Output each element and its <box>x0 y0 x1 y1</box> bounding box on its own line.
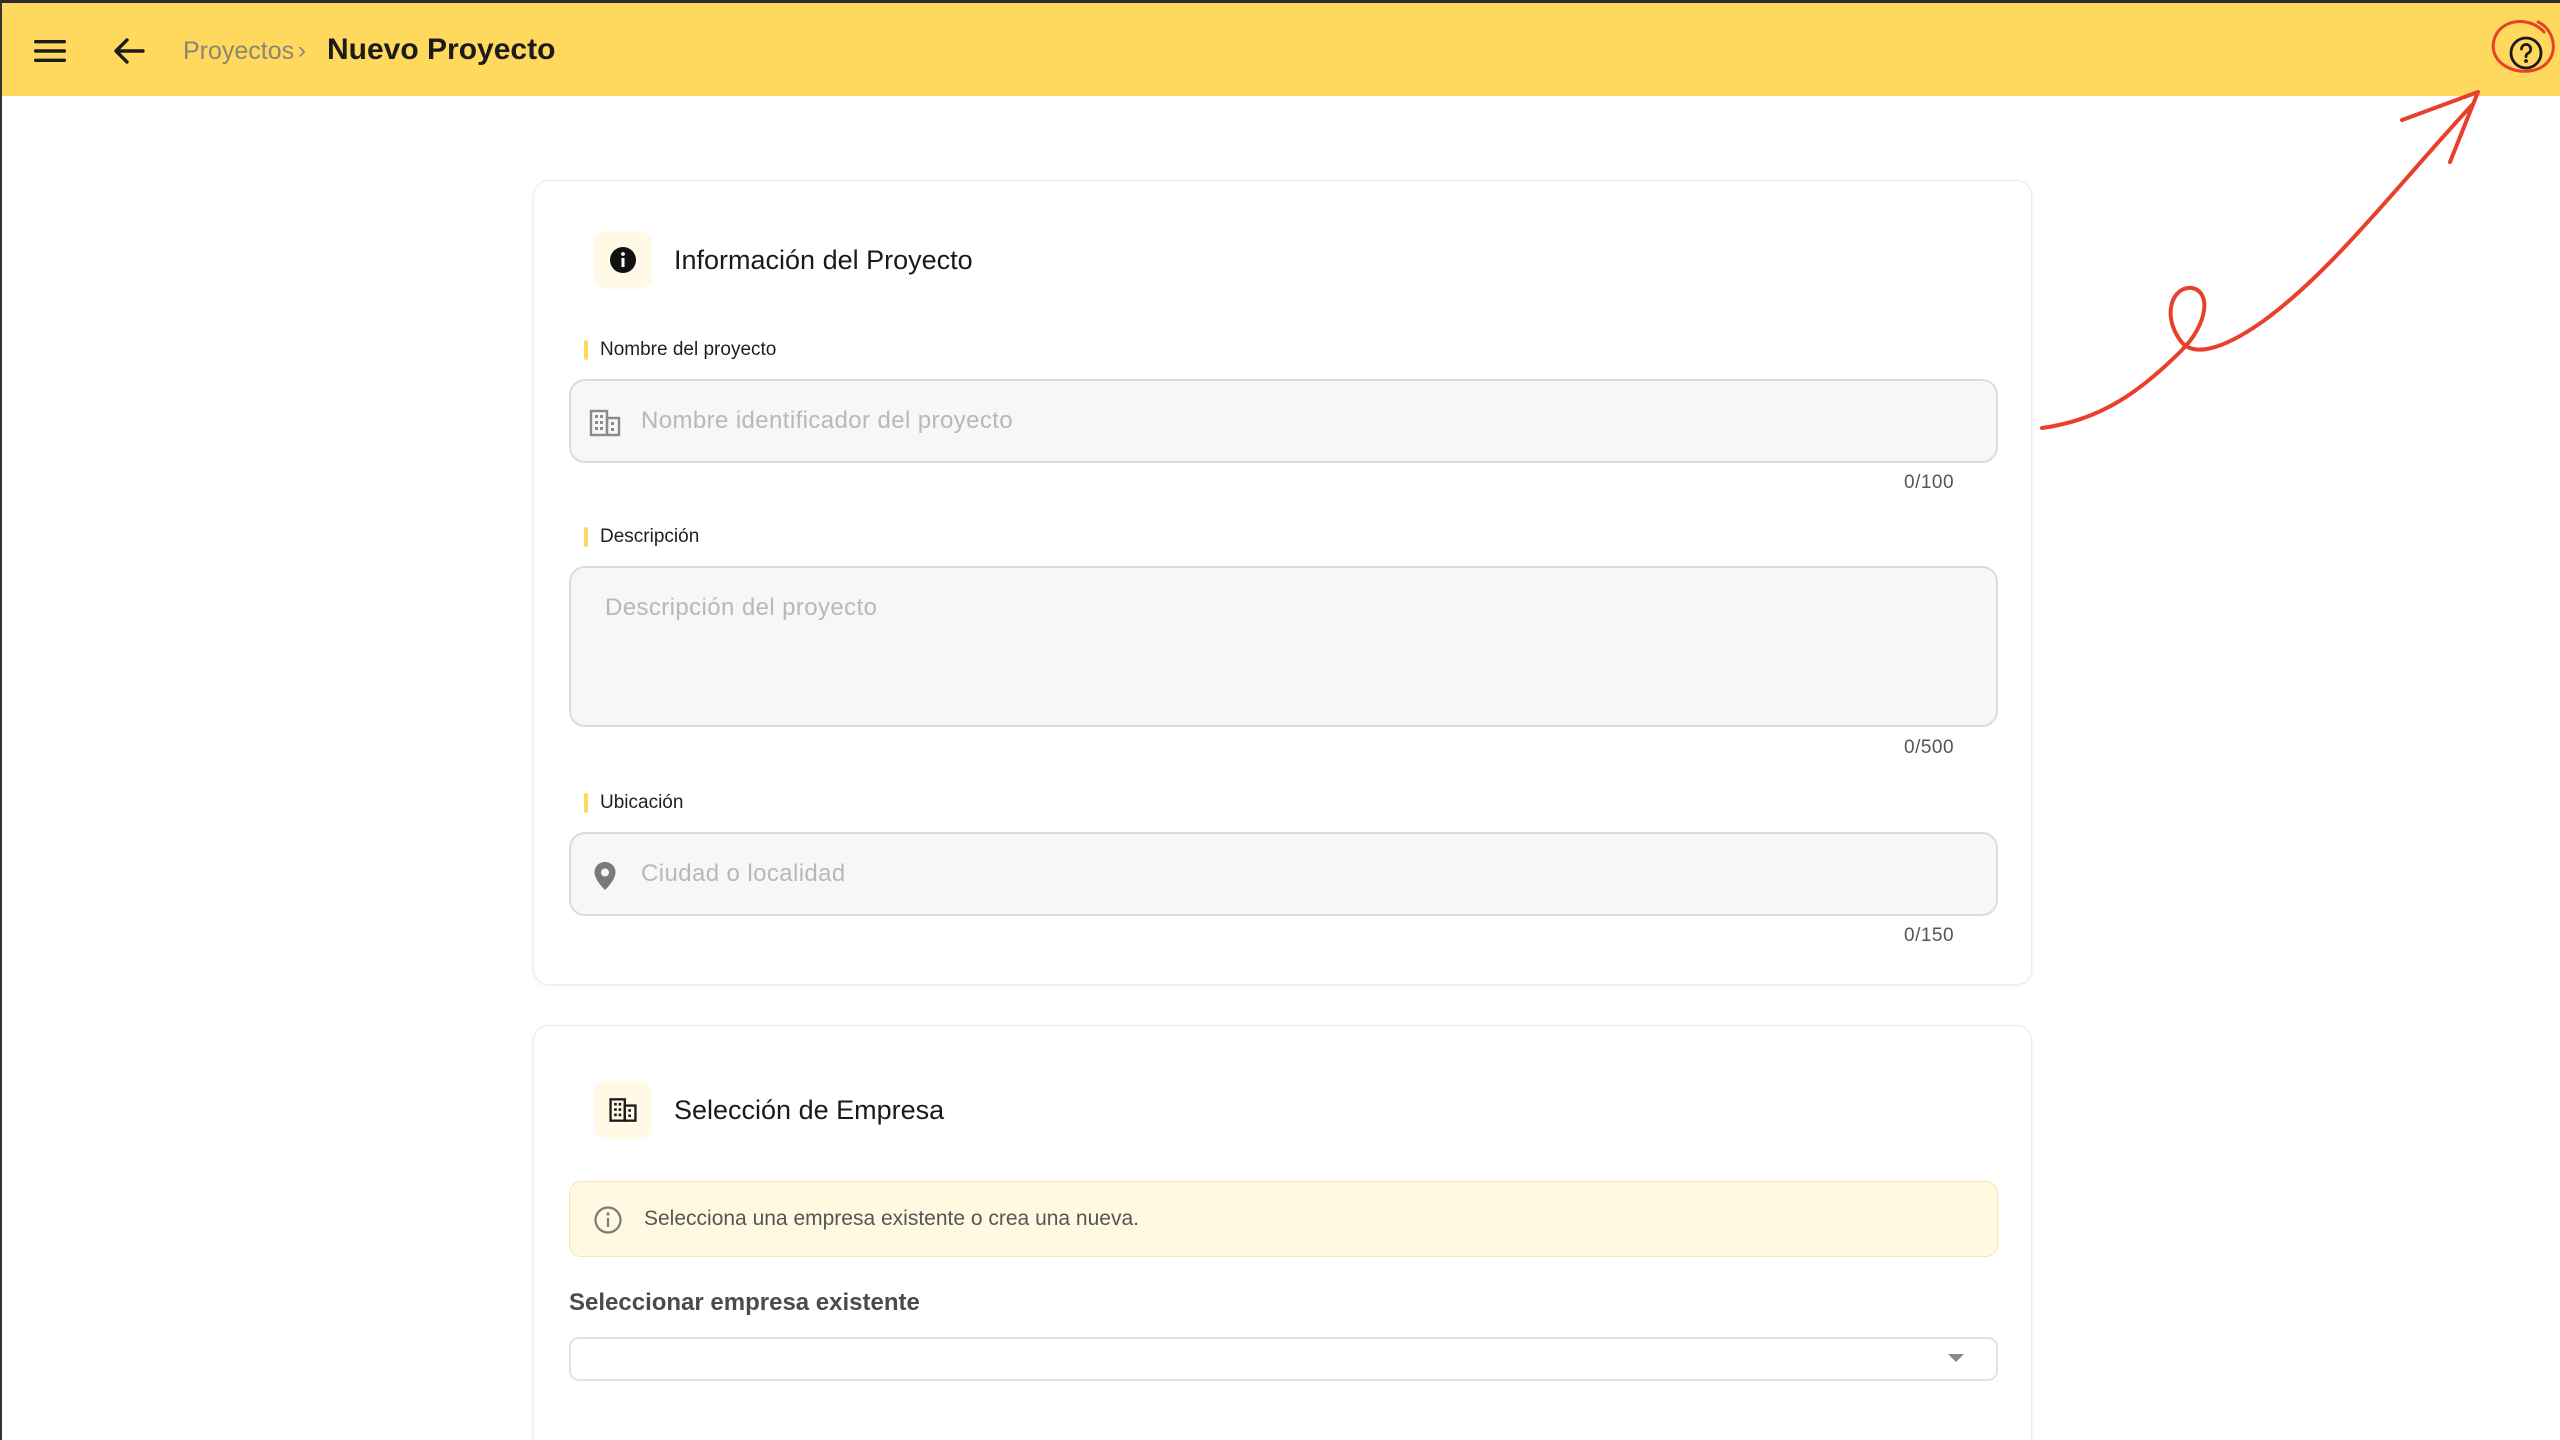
project-name-label: Nombre del proyecto <box>584 339 776 361</box>
building-icon <box>587 405 623 441</box>
building-icon <box>594 1081 652 1139</box>
annotation-arrow-drawing <box>2040 90 2480 430</box>
annotation-circle-drawing <box>2491 20 2555 73</box>
location-placeholder: Ciudad o localidad <box>641 860 846 887</box>
location-label: Ubicación <box>584 792 683 814</box>
project-info-title: Información del Proyecto <box>674 244 973 275</box>
page-title: Nuevo Proyecto <box>327 33 556 66</box>
description-placeholder: Descripción del proyecto <box>605 594 878 621</box>
company-selection-card: Selección de Empresa Selecciona una empr… <box>533 1025 2032 1440</box>
app-header: Proyectos › Nuevo Proyecto <box>2 0 2560 96</box>
company-section-title: Selección de Empresa <box>674 1094 945 1125</box>
breadcrumb-projects-link[interactable]: Proyectos <box>183 37 294 66</box>
company-info-text: Selecciona una empresa existente o crea … <box>644 1207 1139 1230</box>
info-outline-icon <box>592 1204 624 1236</box>
project-info-header: Información del Proyecto <box>594 231 973 289</box>
breadcrumb-separator: › <box>298 37 306 64</box>
company-info-alert: Selecciona una empresa existente o crea … <box>569 1181 1998 1257</box>
project-name-placeholder: Nombre identificador del proyecto <box>641 407 1014 434</box>
company-section-header: Selección de Empresa <box>594 1081 944 1139</box>
location-field[interactable]: Ciudad o localidad <box>569 832 1998 916</box>
project-name-field[interactable]: Nombre identificador del proyecto <box>569 379 1998 463</box>
info-icon <box>594 231 652 289</box>
description-counter: 0/500 <box>1904 737 1955 758</box>
location-counter: 0/150 <box>1904 925 1955 946</box>
company-select-dropdown[interactable] <box>569 1337 1998 1381</box>
project-name-counter: 0/100 <box>1904 472 1955 493</box>
description-label: Descripción <box>584 526 699 548</box>
arrow-back-icon[interactable] <box>109 31 149 71</box>
company-select-label: Seleccionar empresa existente <box>569 1289 920 1316</box>
description-textarea[interactable]: Descripción del proyecto <box>569 566 1998 727</box>
menu-icon[interactable] <box>30 31 70 71</box>
chevron-down-icon <box>1946 1351 1966 1365</box>
location-pin-icon <box>587 858 623 894</box>
project-info-card: Información del Proyecto Nombre del proy… <box>533 180 2032 985</box>
